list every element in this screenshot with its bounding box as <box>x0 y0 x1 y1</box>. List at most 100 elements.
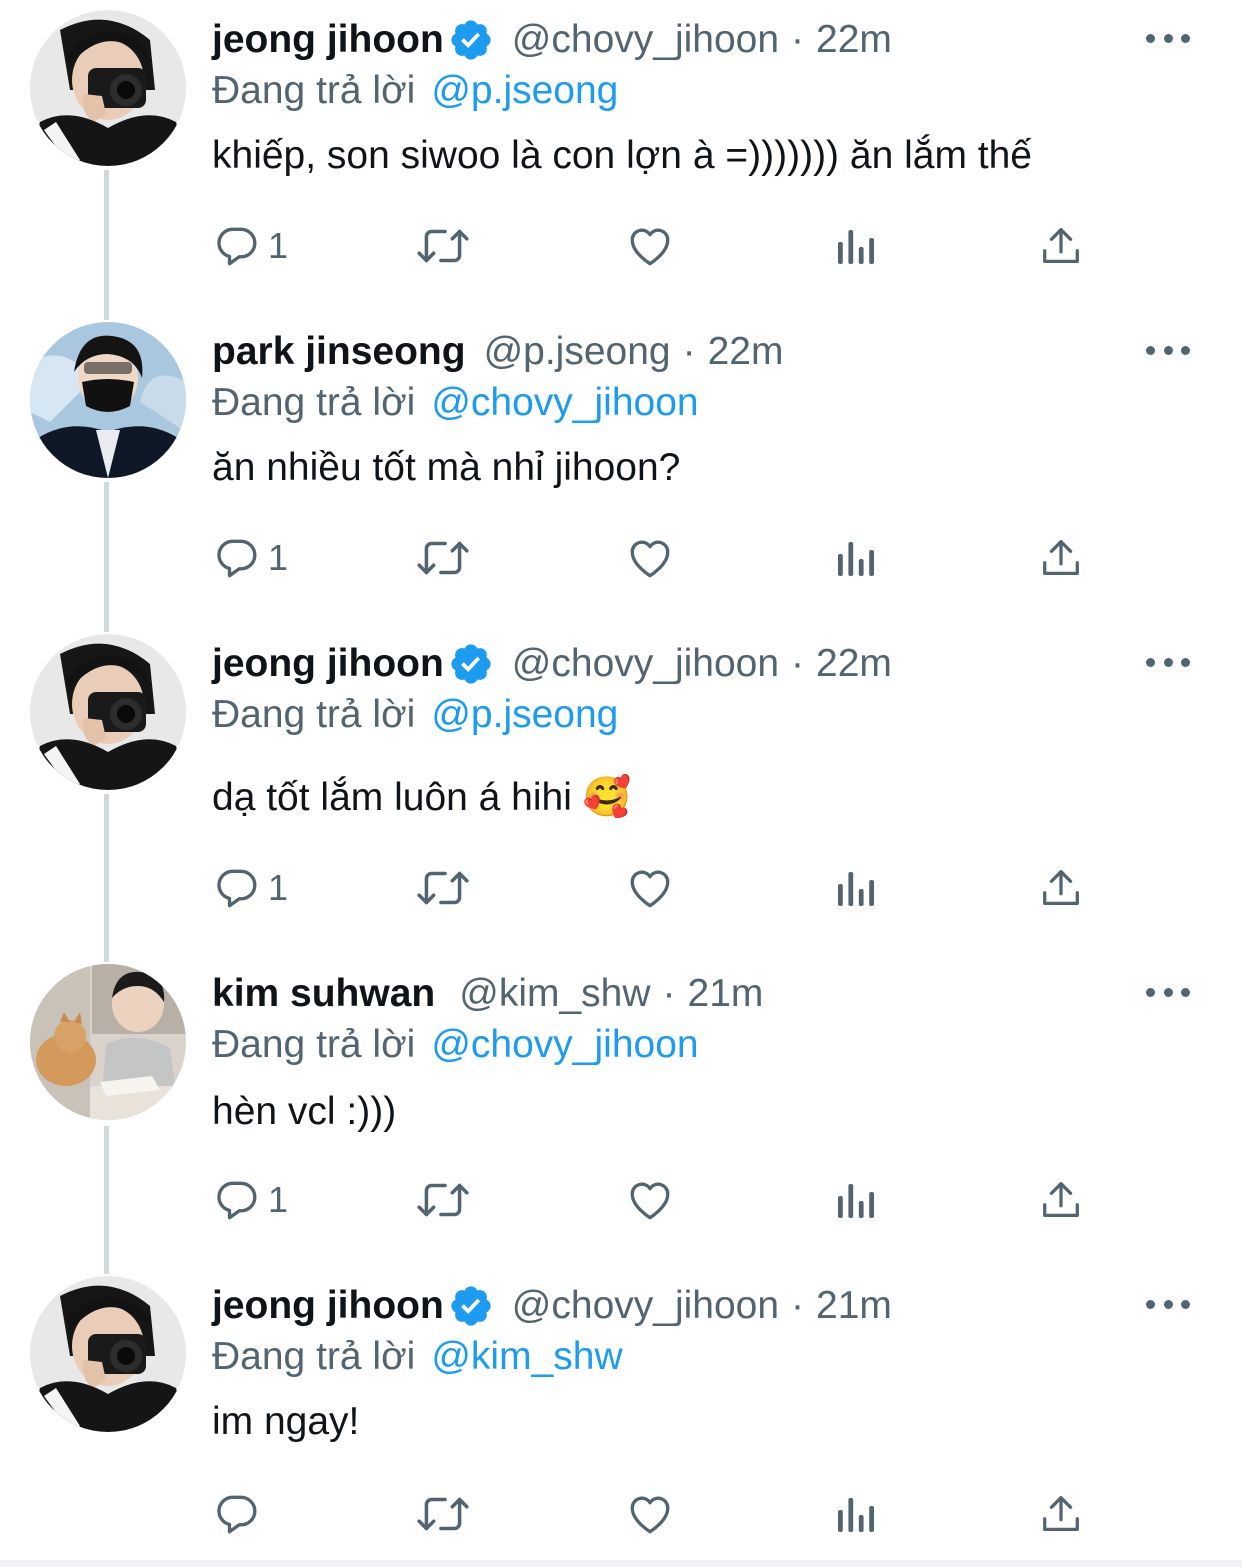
reply-button[interactable]: 1 <box>212 528 288 588</box>
tweet[interactable]: park jinseong @p.jseong · 22m Đang trả l… <box>0 312 1242 624</box>
replying-to-mention[interactable]: @p.jseong <box>431 693 618 737</box>
views-button[interactable] <box>832 1170 880 1230</box>
author-name[interactable]: jeong jihoon <box>212 642 444 686</box>
retweet-icon <box>417 1497 469 1531</box>
like-button[interactable] <box>624 1484 676 1544</box>
tweet-text: hèn vcl :))) <box>212 1090 397 1133</box>
like-button[interactable] <box>624 216 676 276</box>
tweet-actions: 1 <box>212 858 1092 918</box>
reply-button[interactable] <box>212 1484 268 1544</box>
heart-icon <box>630 870 670 908</box>
share-button[interactable] <box>1038 858 1084 918</box>
replying-to-label: Đang trả lời <box>212 381 416 424</box>
timestamp[interactable]: 21m <box>816 1284 892 1328</box>
tweet-actions: 1 <box>212 1170 1092 1230</box>
share-button[interactable] <box>1038 216 1084 276</box>
tweet[interactable]: kim suhwan @kim_shw · 21m Đang trả lời @… <box>0 954 1242 1266</box>
separator: · <box>791 642 805 685</box>
share-upload-icon <box>1043 870 1079 905</box>
retweet-icon <box>417 871 469 905</box>
heart-icon <box>630 228 670 266</box>
tweet[interactable]: jeong jihoon @chovy_jihoon · 22m Đang tr… <box>0 624 1242 954</box>
author-name[interactable]: kim suhwan <box>212 972 435 1016</box>
author-handle[interactable]: @chovy_jihoon <box>512 642 779 686</box>
tweet-text: im ngay! <box>212 1400 360 1443</box>
author-name[interactable]: jeong jihoon <box>212 1284 444 1328</box>
retweet-button[interactable] <box>414 1484 472 1544</box>
verified-badge-icon <box>448 17 494 63</box>
verified-badge-icon <box>448 1283 494 1329</box>
replying-to-mention[interactable]: @chovy_jihoon <box>431 1023 698 1067</box>
tweet-text: ăn nhiều tốt mà nhỉ jihoon? <box>212 446 681 489</box>
views-button[interactable] <box>832 528 880 588</box>
retweet-icon <box>417 1183 469 1217</box>
reply-bubble-icon <box>217 227 257 266</box>
like-button[interactable] <box>624 528 676 588</box>
retweet-button[interactable] <box>414 528 472 588</box>
reply-button[interactable]: 1 <box>212 1170 288 1230</box>
avatar[interactable] <box>30 634 186 790</box>
reply-bubble-icon <box>217 1495 257 1534</box>
avatar[interactable] <box>30 10 186 166</box>
author-handle[interactable]: @chovy_jihoon <box>512 1284 779 1328</box>
views-button[interactable] <box>832 858 880 918</box>
more-dots-icon[interactable] <box>1146 980 1190 1004</box>
author-handle[interactable]: @kim_shw <box>459 972 650 1016</box>
author-name[interactable]: jeong jihoon <box>212 18 444 62</box>
reply-button[interactable]: 1 <box>212 216 288 276</box>
views-button[interactable] <box>832 1484 880 1544</box>
reply-count: 1 <box>268 537 289 578</box>
views-bar-chart-icon <box>838 1498 874 1532</box>
more-dots-icon[interactable] <box>1146 1292 1190 1316</box>
replying-to: Đang trả lời @kim_shw <box>212 1332 623 1382</box>
views-button[interactable] <box>832 216 880 276</box>
divider <box>0 1560 1242 1567</box>
avatar[interactable] <box>30 1276 186 1432</box>
retweet-button[interactable] <box>414 1170 472 1230</box>
author-handle[interactable]: @p.jseong <box>484 330 671 374</box>
tweet[interactable]: jeong jihoon @chovy_jihoon · 21m Đang tr… <box>0 1266 1242 1560</box>
timestamp[interactable]: 22m <box>816 18 892 62</box>
share-upload-icon <box>1043 540 1079 575</box>
tweet-actions: 1 <box>212 528 1092 588</box>
replying-to-label: Đang trả lời <box>212 1023 416 1066</box>
reply-bubble-icon <box>217 869 257 908</box>
heart-icon <box>630 1496 670 1534</box>
separator: · <box>662 972 676 1015</box>
tweet-actions: 1 <box>212 216 1092 276</box>
like-button[interactable] <box>624 1170 676 1230</box>
timestamp[interactable]: 22m <box>816 642 892 686</box>
author-handle[interactable]: @chovy_jihoon <box>512 18 779 62</box>
share-upload-icon <box>1043 1182 1079 1217</box>
views-bar-chart-icon <box>838 542 874 576</box>
like-button[interactable] <box>624 858 676 918</box>
timestamp[interactable]: 21m <box>688 972 764 1016</box>
avatar[interactable] <box>30 964 186 1120</box>
retweet-button[interactable] <box>414 858 472 918</box>
share-button[interactable] <box>1038 1170 1084 1230</box>
separator: · <box>791 18 805 61</box>
retweet-icon <box>417 541 469 575</box>
replying-to-mention[interactable]: @chovy_jihoon <box>431 381 698 425</box>
retweet-button[interactable] <box>414 216 472 276</box>
avatar[interactable] <box>30 322 186 478</box>
separator: · <box>682 330 696 373</box>
more-dots-icon[interactable] <box>1146 338 1190 362</box>
share-button[interactable] <box>1038 1484 1084 1544</box>
more-dots-icon[interactable] <box>1146 26 1190 50</box>
more-dots-icon[interactable] <box>1146 650 1190 674</box>
separator: · <box>791 1284 805 1327</box>
replying-to-mention[interactable]: @p.jseong <box>431 69 618 113</box>
reply-count: 1 <box>268 867 289 908</box>
replying-to: Đang trả lời @p.jseong <box>212 66 618 116</box>
replying-to: Đang trả lời @chovy_jihoon <box>212 378 699 428</box>
replying-to-label: Đang trả lời <box>212 1335 416 1378</box>
share-button[interactable] <box>1038 528 1084 588</box>
tweet[interactable]: jeong jihoon @chovy_jihoon · 22m Đang tr… <box>0 0 1242 312</box>
share-upload-icon <box>1043 228 1079 263</box>
replying-to-mention[interactable]: @kim_shw <box>431 1335 622 1379</box>
timestamp[interactable]: 22m <box>708 330 784 374</box>
replying-to-label: Đang trả lời <box>212 693 416 736</box>
author-name[interactable]: park jinseong <box>212 330 466 374</box>
reply-button[interactable]: 1 <box>212 858 288 918</box>
